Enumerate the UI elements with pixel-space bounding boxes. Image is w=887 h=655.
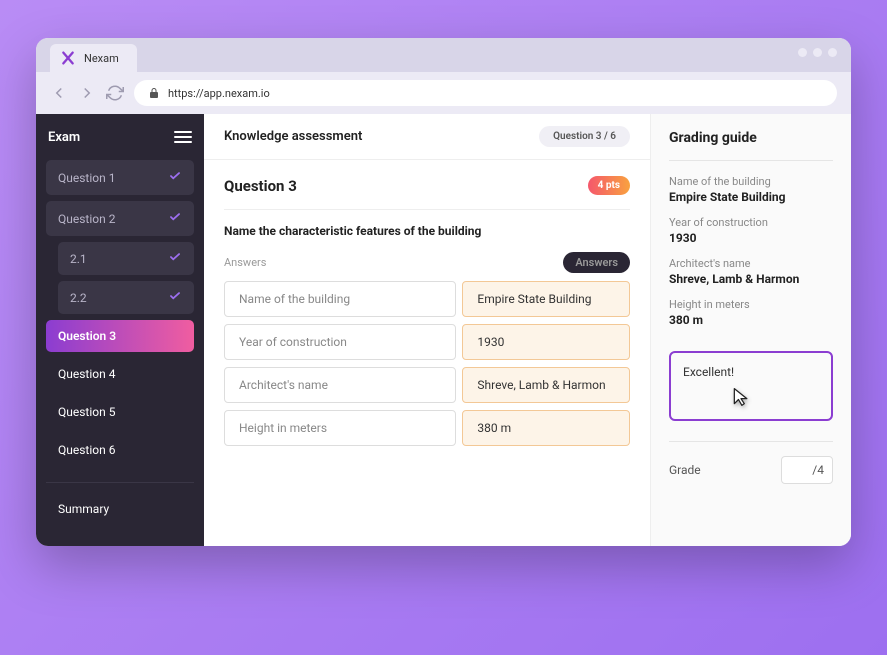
sidebar-item-label: Question 3 xyxy=(58,329,116,343)
sidebar-item-label: Question 4 xyxy=(58,367,115,381)
tab-title: Nexam xyxy=(84,52,119,65)
sidebar-item-label: Question 1 xyxy=(58,171,115,185)
answer-field-label[interactable]: Name of the building xyxy=(224,281,456,317)
back-icon[interactable] xyxy=(50,84,68,102)
sidebar-item[interactable]: Question 6 xyxy=(46,434,194,466)
question-section: Question 3 4 pts Name the characteristic… xyxy=(204,160,650,469)
sidebar-item[interactable]: 2.1 xyxy=(58,242,194,275)
url-bar[interactable]: https://app.nexam.io xyxy=(134,80,837,106)
check-icon xyxy=(168,210,182,227)
window-controls[interactable] xyxy=(798,48,837,57)
hamburger-icon[interactable] xyxy=(174,128,192,146)
grading-guide-panel: Grading guide Name of the building Empire… xyxy=(651,114,851,546)
sidebar-item-summary[interactable]: Summary xyxy=(46,493,194,525)
answer-field-value[interactable]: Empire State Building xyxy=(462,281,630,317)
url-text: https://app.nexam.io xyxy=(168,87,270,100)
guide-item-value: Shreve, Lamb & Harmon xyxy=(669,272,833,286)
browser-tab[interactable]: Nexam xyxy=(50,44,137,72)
main-panel: Knowledge assessment Question 3 / 6 Ques… xyxy=(204,114,651,546)
guide-item: Height in meters 380 m xyxy=(669,298,833,327)
sidebar-item-label: Question 2 xyxy=(58,212,115,226)
comment-input[interactable]: Excellent! xyxy=(669,351,833,421)
check-icon xyxy=(168,289,182,306)
sidebar-item-label: Summary xyxy=(58,502,109,516)
guide-item-value: 380 m xyxy=(669,313,833,327)
guide-item-value: 1930 xyxy=(669,231,833,245)
guide-item: Year of construction 1930 xyxy=(669,216,833,245)
answers-label-row: Answers Answers xyxy=(224,252,630,273)
grade-label: Grade xyxy=(669,463,701,477)
grade-row: Grade /4 xyxy=(669,441,833,484)
answers-badge: Answers xyxy=(563,252,630,273)
guide-item-label: Height in meters xyxy=(669,298,833,311)
comment-text: Excellent! xyxy=(683,365,734,379)
sidebar-item[interactable]: Question 2 xyxy=(46,201,194,236)
assessment-title: Knowledge assessment xyxy=(224,129,362,144)
answer-field-value[interactable]: Shreve, Lamb & Harmon xyxy=(462,367,630,403)
sidebar-item-label: Question 5 xyxy=(58,405,115,419)
grade-max: /4 xyxy=(812,463,824,477)
answers-label: Answers xyxy=(224,256,266,269)
answer-row: Architect's nameShreve, Lamb & Harmon xyxy=(224,367,630,403)
sidebar-item[interactable]: Question 1 xyxy=(46,160,194,195)
lock-icon xyxy=(148,87,160,99)
browser-tabbar: Nexam xyxy=(36,38,851,72)
answer-field-label[interactable]: Year of construction xyxy=(224,324,456,360)
browser-toolbar: https://app.nexam.io xyxy=(36,72,851,114)
sidebar-item[interactable]: Question 4 xyxy=(46,358,194,390)
grading-guide-title: Grading guide xyxy=(669,130,833,161)
app-frame: Exam Question 1 Question 2 2.1 2.2 Question … xyxy=(36,114,851,546)
answer-row: Year of construction1930 xyxy=(224,324,630,360)
main-header: Knowledge assessment Question 3 / 6 xyxy=(204,114,650,160)
answer-row: Name of the buildingEmpire State Buildin… xyxy=(224,281,630,317)
question-title: Question 3 xyxy=(224,177,297,195)
reload-icon[interactable] xyxy=(106,84,124,102)
guide-item-label: Architect's name xyxy=(669,257,833,270)
sidebar: Exam Question 1 Question 2 2.1 2.2 Question … xyxy=(36,114,204,546)
sidebar-title: Exam xyxy=(48,130,80,145)
guide-item-value: Empire State Building xyxy=(669,190,833,204)
answer-field-value[interactable]: 1930 xyxy=(462,324,630,360)
sidebar-item-label: 2.2 xyxy=(70,291,87,305)
answer-row: Height in meters380 m xyxy=(224,410,630,446)
cursor-icon xyxy=(731,387,751,410)
sidebar-divider xyxy=(46,482,194,483)
answer-field-label[interactable]: Architect's name xyxy=(224,367,456,403)
nexam-logo-icon xyxy=(60,50,76,66)
grade-input[interactable]: /4 xyxy=(781,456,833,484)
guide-item-label: Year of construction xyxy=(669,216,833,229)
guide-item: Name of the building Empire State Buildin… xyxy=(669,175,833,204)
guide-item-label: Name of the building xyxy=(669,175,833,188)
question-text: Name the characteristic features of the … xyxy=(224,224,630,238)
answer-field-label[interactable]: Height in meters xyxy=(224,410,456,446)
sidebar-item[interactable]: 2.2 xyxy=(58,281,194,314)
browser-window: Nexam https://app.nexam.io Exam Question… xyxy=(36,38,851,546)
points-badge: 4 pts xyxy=(588,176,630,195)
answer-field-value[interactable]: 380 m xyxy=(462,410,630,446)
forward-icon[interactable] xyxy=(78,84,96,102)
check-icon xyxy=(168,169,182,186)
sidebar-item-label: Question 6 xyxy=(58,443,115,457)
sidebar-item-label: 2.1 xyxy=(70,252,87,266)
question-title-row: Question 3 4 pts xyxy=(224,176,630,210)
sidebar-item[interactable]: Question 5 xyxy=(46,396,194,428)
sidebar-header: Exam xyxy=(46,128,194,146)
sidebar-item[interactable]: Question 3 xyxy=(46,320,194,352)
guide-item: Architect's name Shreve, Lamb & Harmon xyxy=(669,257,833,286)
check-icon xyxy=(168,250,182,267)
question-counter-badge: Question 3 / 6 xyxy=(539,126,630,147)
